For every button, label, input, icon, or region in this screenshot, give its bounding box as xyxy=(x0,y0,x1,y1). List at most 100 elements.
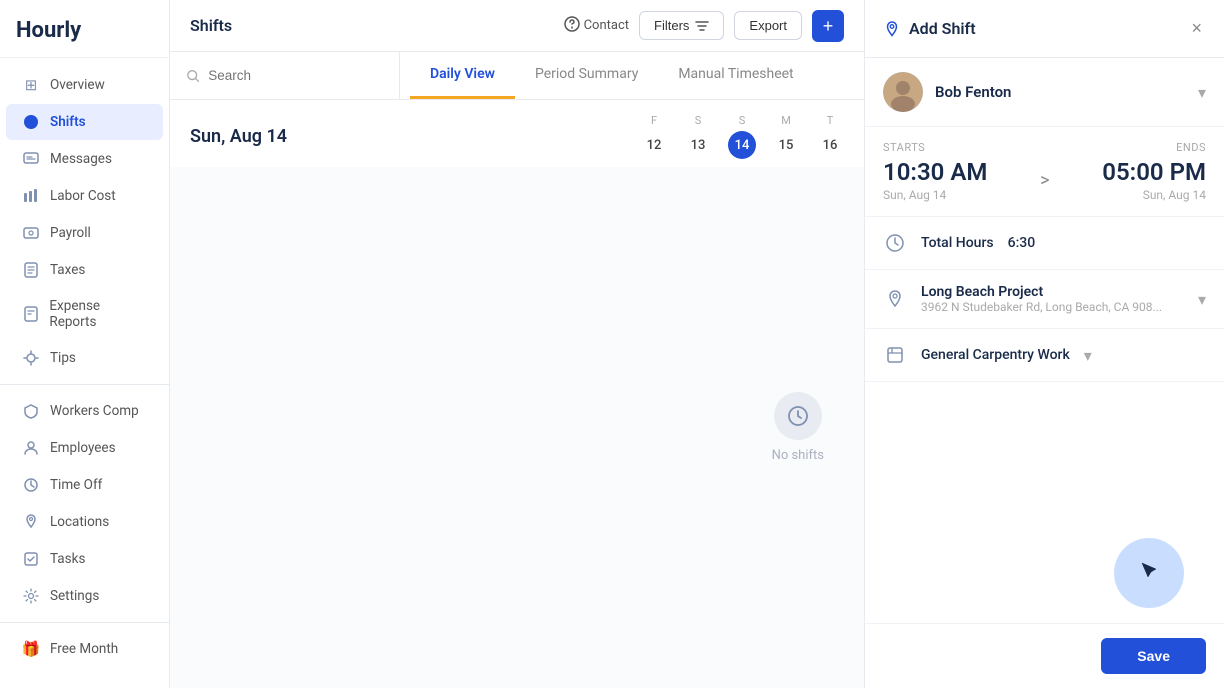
starts-date: Sun, Aug 14 xyxy=(883,188,987,202)
search-box xyxy=(170,52,400,99)
location-address: 3962 N Studebaker Rd, Long Beach, CA 908… xyxy=(921,300,1184,314)
location-row[interactable]: Long Beach Project 3962 N Studebaker Rd,… xyxy=(865,270,1224,329)
panel-title: Add Shift xyxy=(883,19,976,38)
job-type-icon xyxy=(883,343,907,367)
avatar xyxy=(883,72,923,112)
sidebar-item-overview[interactable]: ⊞ Overview xyxy=(6,67,163,103)
day-col-14[interactable]: S 14 xyxy=(728,114,756,159)
day-label-f: F xyxy=(651,114,657,127)
sidebar-item-label: Settings xyxy=(50,588,99,604)
sidebar-item-taxes[interactable]: Taxes xyxy=(6,252,163,288)
sidebar-item-label: Payroll xyxy=(50,225,91,241)
day-num-12: 12 xyxy=(640,131,668,159)
no-shifts-content: No shifts xyxy=(772,392,824,463)
contact-link[interactable]: Contact xyxy=(564,16,629,36)
add-shift-title: Add Shift xyxy=(909,19,976,38)
day-num-13: 13 xyxy=(684,131,712,159)
settings-icon xyxy=(22,587,40,605)
topbar-actions: Contact Filters Export + xyxy=(564,10,844,42)
sidebar-item-label: Time Off xyxy=(50,477,102,493)
sidebar-item-tips[interactable]: Tips xyxy=(6,340,163,376)
search-tabs-row: Daily View Period Summary Manual Timeshe… xyxy=(170,52,864,100)
filters-label: Filters xyxy=(654,18,689,33)
day-label-s1: S xyxy=(695,114,702,127)
tasks-icon xyxy=(22,550,40,568)
sidebar-item-time-off[interactable]: Time Off xyxy=(6,467,163,503)
sidebar-divider xyxy=(0,384,169,385)
tab-daily-view[interactable]: Daily View xyxy=(410,52,515,99)
sidebar-item-label: Tips xyxy=(50,350,76,366)
page-title: Shifts xyxy=(190,16,232,35)
chevron-down-icon: ▾ xyxy=(1198,83,1206,102)
starts-time-col: 10:30 AM Sun, Aug 14 xyxy=(883,158,987,202)
sidebar-item-workers-comp[interactable]: Workers Comp xyxy=(6,393,163,429)
tips-icon xyxy=(22,349,40,367)
contact-label: Contact xyxy=(584,18,629,33)
filter-icon xyxy=(695,19,709,33)
app-logo: Hourly xyxy=(0,0,169,58)
search-input[interactable] xyxy=(208,68,383,83)
sidebar-item-label: Messages xyxy=(50,151,112,167)
sidebar-item-label: Employees xyxy=(50,440,116,456)
shifts-area: Daily View Period Summary Manual Timeshe… xyxy=(170,52,864,688)
sidebar-item-employees[interactable]: Employees xyxy=(6,430,163,466)
avatar-image xyxy=(883,72,923,112)
sidebar-nav: ⊞ Overview Shifts Messages Labor Cost xyxy=(0,58,169,688)
sidebar-item-locations[interactable]: Locations xyxy=(6,504,163,540)
starts-label: Starts xyxy=(883,141,925,154)
tab-manual-timesheet[interactable]: Manual Timesheet xyxy=(658,52,813,99)
no-shifts-area: No shifts xyxy=(170,167,864,688)
location-content: Long Beach Project 3962 N Studebaker Rd,… xyxy=(921,284,1184,314)
search-icon xyxy=(186,68,200,84)
ends-time-value: 05:00 PM xyxy=(1102,158,1206,186)
sidebar-item-label: Free Month xyxy=(50,641,118,657)
day-col-12[interactable]: F 12 xyxy=(640,114,668,159)
day-num-14: 14 xyxy=(728,131,756,159)
sidebar-item-label: Shifts xyxy=(50,114,86,130)
location-name: Long Beach Project xyxy=(921,284,1184,300)
sidebar-item-label: Labor Cost xyxy=(50,188,116,204)
total-hours-label: Total Hours xyxy=(921,235,994,251)
close-panel-button[interactable]: × xyxy=(1187,14,1206,43)
overview-icon: ⊞ xyxy=(22,76,40,94)
messages-icon xyxy=(22,150,40,168)
taxes-icon xyxy=(22,261,40,279)
employee-selector[interactable]: Bob Fenton ▾ xyxy=(865,58,1224,127)
sidebar-item-tasks[interactable]: Tasks xyxy=(6,541,163,577)
day-col-16[interactable]: T 16 xyxy=(816,114,844,159)
sidebar-item-settings[interactable]: Settings xyxy=(6,578,163,614)
time-labels: Starts Ends xyxy=(883,141,1206,154)
tab-period-summary-label: Period Summary xyxy=(535,66,638,82)
sidebar-item-labor-cost[interactable]: Labor Cost xyxy=(6,178,163,214)
day-col-15[interactable]: M 15 xyxy=(772,114,800,159)
export-button[interactable]: Export xyxy=(734,11,802,40)
tab-period-summary[interactable]: Period Summary xyxy=(515,52,658,99)
day-label-s2: S xyxy=(739,114,746,127)
day-num-16: 16 xyxy=(816,131,844,159)
filters-button[interactable]: Filters xyxy=(639,11,724,40)
location-chevron-icon: ▾ xyxy=(1198,290,1206,309)
close-icon: × xyxy=(1191,18,1202,38)
locations-icon xyxy=(22,513,40,531)
save-button[interactable]: Save xyxy=(1101,638,1206,674)
sidebar: Hourly ⊞ Overview Shifts Messages Labor … xyxy=(0,0,170,688)
workers-comp-icon xyxy=(22,402,40,420)
export-label: Export xyxy=(749,18,787,33)
day-col-13[interactable]: S 13 xyxy=(684,114,712,159)
time-arrow: > xyxy=(1040,170,1049,191)
sidebar-item-shifts[interactable]: Shifts xyxy=(6,104,163,140)
sidebar-item-expense-reports[interactable]: Expense Reports xyxy=(6,289,163,339)
calendar-nav: Sun, Aug 14 F 12 S 13 S 14 M 15 xyxy=(170,100,864,167)
ends-label: Ends xyxy=(1176,141,1206,154)
job-type-row[interactable]: General Carpentry Work ▾ xyxy=(865,329,1224,382)
cursor-spotlight xyxy=(1114,538,1184,608)
add-shift-button[interactable]: + xyxy=(812,10,844,42)
location-row-icon xyxy=(883,287,907,311)
day-label-t: T xyxy=(827,114,834,127)
sidebar-item-free-month[interactable]: 🎁 Free Month xyxy=(6,631,163,667)
payroll-icon xyxy=(22,224,40,242)
time-section: Starts Ends 10:30 AM Sun, Aug 14 > 05:00… xyxy=(865,127,1224,217)
expense-reports-icon xyxy=(22,305,39,323)
sidebar-item-messages[interactable]: Messages xyxy=(6,141,163,177)
sidebar-item-payroll[interactable]: Payroll xyxy=(6,215,163,251)
